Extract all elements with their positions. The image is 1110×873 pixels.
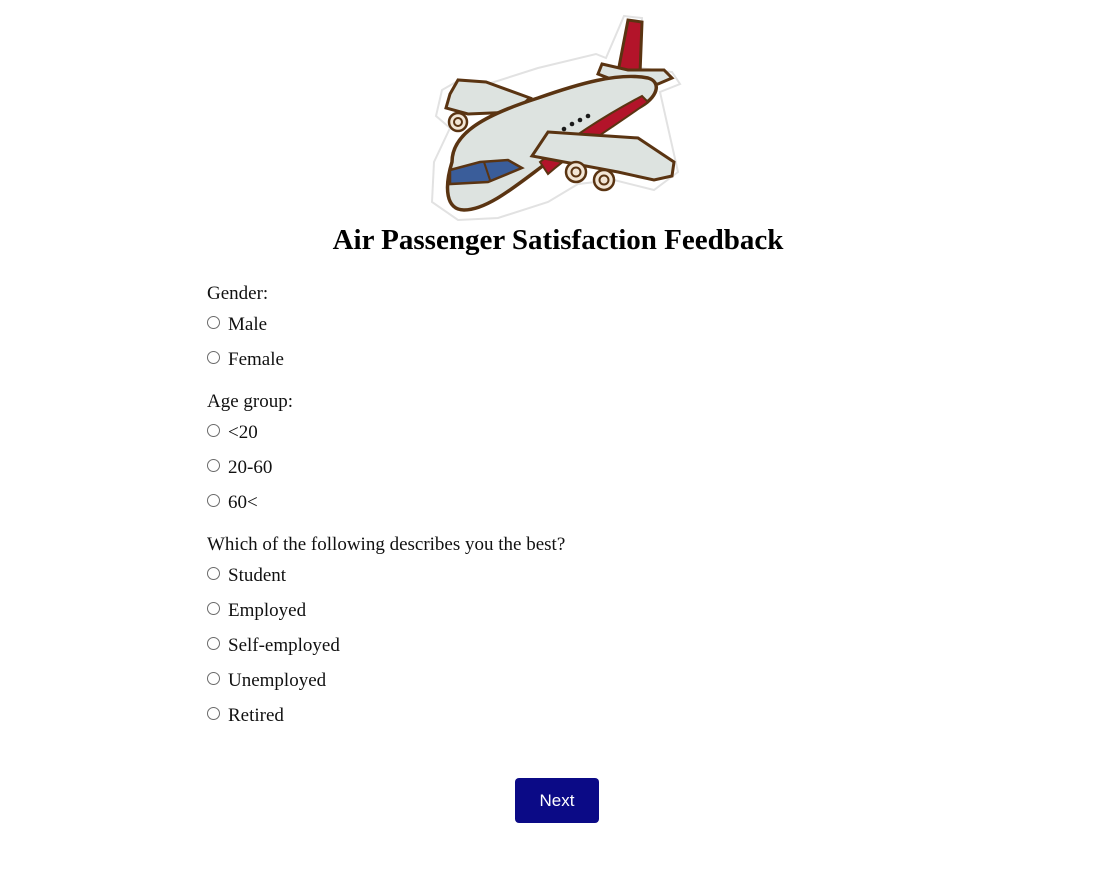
- option-label: Self-employed: [228, 634, 340, 656]
- radio-button[interactable]: [207, 494, 220, 507]
- feedback-form: Gender: Male Female Age group: <20 20-60…: [207, 282, 907, 746]
- option-retired[interactable]: Retired: [207, 698, 907, 733]
- airplane-icon: [430, 14, 682, 222]
- option-self-employed[interactable]: Self-employed: [207, 628, 907, 663]
- radio-button[interactable]: [207, 672, 220, 685]
- option-label: Male: [228, 313, 268, 335]
- question-age-group: Age group: <20 20-60 60<: [207, 390, 907, 520]
- option-over-60[interactable]: 60<: [207, 485, 907, 520]
- option-female[interactable]: Female: [207, 342, 907, 377]
- option-label: Retired: [228, 704, 284, 726]
- radio-button[interactable]: [207, 459, 220, 472]
- option-label: Female: [228, 348, 284, 370]
- option-unemployed[interactable]: Unemployed: [207, 663, 907, 698]
- question-gender: Gender: Male Female: [207, 282, 907, 377]
- question-label-age-group: Age group:: [207, 391, 294, 412]
- radio-button[interactable]: [207, 424, 220, 437]
- next-button[interactable]: Next: [515, 778, 599, 823]
- question-label-occupation: Which of the following describes you the…: [207, 534, 566, 555]
- radio-button[interactable]: [207, 707, 220, 720]
- option-male[interactable]: Male: [207, 307, 907, 342]
- question-occupation: Which of the following describes you the…: [207, 533, 907, 733]
- option-employed[interactable]: Employed: [207, 593, 907, 628]
- radio-button[interactable]: [207, 567, 220, 580]
- option-label: Student: [228, 564, 287, 586]
- option-under-20[interactable]: <20: [207, 415, 907, 450]
- option-student[interactable]: Student: [207, 558, 907, 593]
- option-label: 60<: [228, 491, 258, 513]
- radio-button[interactable]: [207, 637, 220, 650]
- option-label: Unemployed: [228, 669, 327, 691]
- radio-button[interactable]: [207, 351, 220, 364]
- option-20-60[interactable]: 20-60: [207, 450, 907, 485]
- option-label: Employed: [228, 599, 307, 621]
- page-title: Air Passenger Satisfaction Feedback: [332, 224, 784, 256]
- radio-button[interactable]: [207, 602, 220, 615]
- option-label: 20-60: [228, 456, 273, 478]
- radio-button[interactable]: [207, 316, 220, 329]
- option-label: <20: [228, 421, 258, 443]
- question-label-gender: Gender:: [207, 283, 269, 304]
